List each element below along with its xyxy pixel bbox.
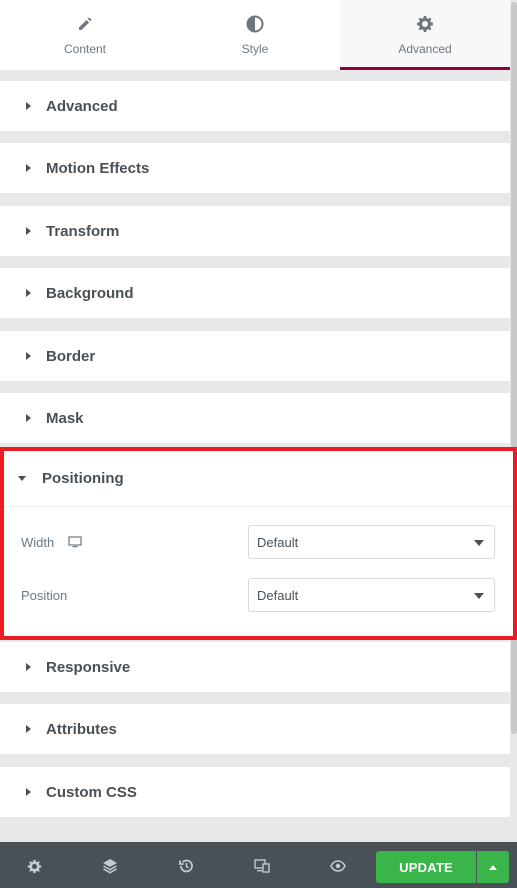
section-custom-css[interactable]: Custom CSS <box>0 767 510 817</box>
tab-style[interactable]: Style <box>170 0 340 70</box>
section-transform[interactable]: Transform <box>0 206 510 256</box>
tab-style-label: Style <box>241 42 269 56</box>
caret-right-icon <box>26 102 31 110</box>
caret-right-icon <box>26 164 31 172</box>
section-title: Positioning <box>42 470 124 487</box>
section-title: Transform <box>46 222 120 240</box>
history-icon[interactable] <box>177 857 195 875</box>
panel-tabs: Content Style Advanced <box>0 0 510 70</box>
preview-icon[interactable] <box>329 857 347 875</box>
caret-down-icon <box>18 476 26 481</box>
section-responsive[interactable]: Responsive <box>0 642 510 692</box>
position-select[interactable]: Default <box>248 578 495 612</box>
chevron-down-icon <box>474 540 484 546</box>
caret-right-icon <box>26 725 31 733</box>
caret-up-icon <box>489 864 497 870</box>
desktop-icon[interactable] <box>68 536 82 548</box>
section-advanced[interactable]: Advanced <box>0 81 510 131</box>
section-title: Advanced <box>46 97 118 115</box>
width-select-value: Default <box>257 534 299 550</box>
chevron-down-icon <box>474 593 484 599</box>
tab-content[interactable]: Content <box>0 0 170 70</box>
gear-icon <box>415 14 435 34</box>
width-select[interactable]: Default <box>248 525 495 559</box>
section-title: Motion Effects <box>46 159 150 177</box>
caret-right-icon <box>26 352 31 360</box>
width-label: Width <box>21 534 55 550</box>
layers-icon[interactable] <box>101 857 119 875</box>
caret-right-icon <box>26 414 31 422</box>
update-button[interactable]: UPDATE <box>376 851 476 883</box>
position-control: Position Default <box>21 578 495 612</box>
section-title: Border <box>46 347 96 365</box>
caret-right-icon <box>26 663 31 671</box>
contrast-icon <box>245 14 265 34</box>
section-title: Responsive <box>46 658 131 676</box>
pencil-icon <box>75 14 95 34</box>
section-title: Custom CSS <box>46 783 137 801</box>
position-label: Position <box>21 587 68 603</box>
width-control: Width Default <box>21 525 495 559</box>
caret-right-icon <box>26 227 31 235</box>
section-title: Mask <box>46 409 84 427</box>
section-background[interactable]: Background <box>0 268 510 318</box>
caret-right-icon <box>26 788 31 796</box>
position-select-value: Default <box>257 587 299 603</box>
section-title: Attributes <box>46 720 117 738</box>
section-positioning: Positioning Width Default Position Defau… <box>0 447 517 640</box>
section-positioning-header[interactable]: Positioning <box>4 451 513 507</box>
tab-content-label: Content <box>63 42 107 56</box>
section-title: Background <box>46 284 134 302</box>
section-border[interactable]: Border <box>0 331 510 381</box>
tab-advanced-label: Advanced <box>398 42 452 56</box>
settings-icon[interactable] <box>25 857 43 875</box>
caret-right-icon <box>26 289 31 297</box>
update-options-button[interactable] <box>477 851 509 883</box>
section-mask[interactable]: Mask <box>0 393 510 443</box>
section-attributes[interactable]: Attributes <box>0 704 510 754</box>
responsive-icon[interactable] <box>253 857 271 875</box>
tab-advanced[interactable]: Advanced <box>340 0 510 70</box>
section-motion-effects[interactable]: Motion Effects <box>0 143 510 193</box>
